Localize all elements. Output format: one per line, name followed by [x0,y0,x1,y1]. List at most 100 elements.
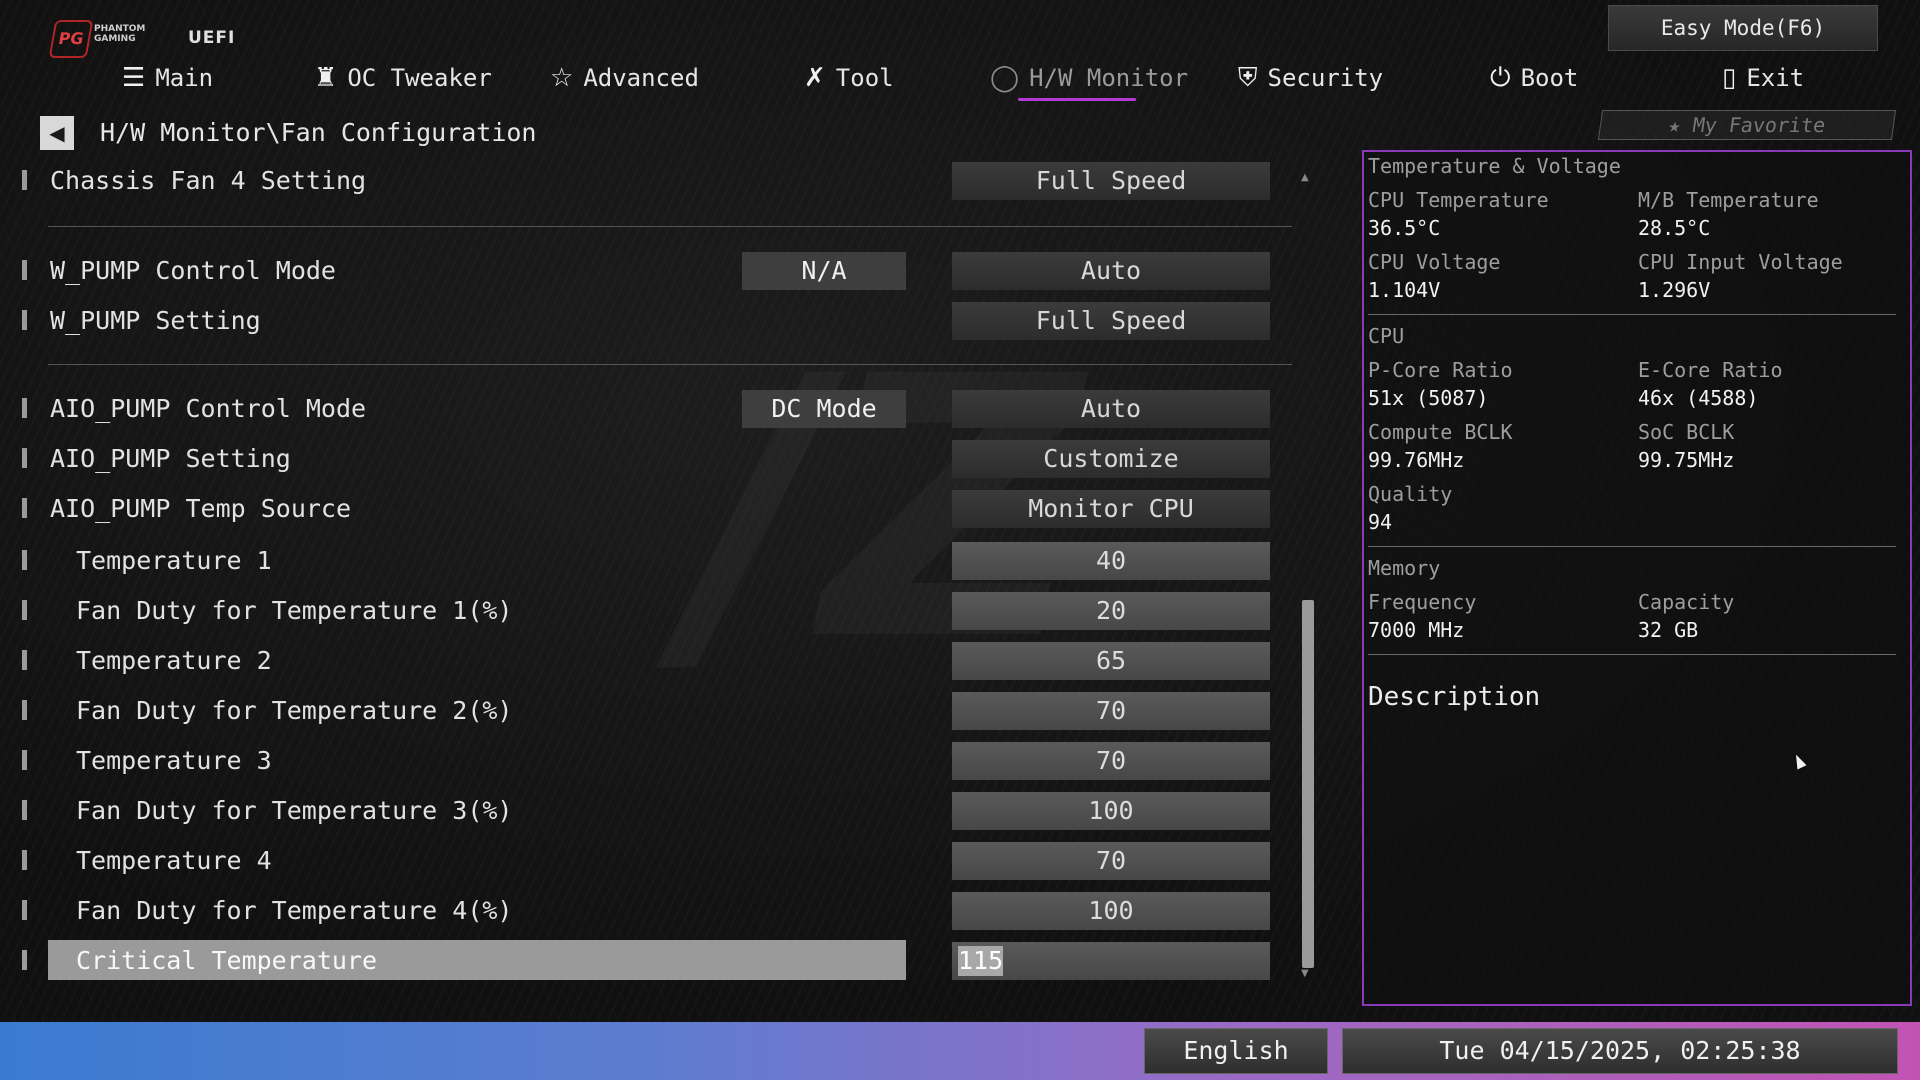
setting-label: AIO_PUMP Temp Source [50,494,352,523]
info-value: 1.296V [1638,278,1711,302]
info-label: Compute BCLK [1368,420,1513,444]
setting-value[interactable]: 40 [952,542,1270,580]
info-label: CPU Input Voltage [1638,250,1843,274]
setting-value[interactable]: 100 [952,792,1270,830]
setting-value[interactable]: 65 [952,642,1270,680]
setting-row[interactable]: AIO_PUMP Control Mode DC Mode Auto [0,390,1290,430]
tab-oc-tweaker[interactable]: ♜ OC Tweaker [314,56,492,100]
info-label: E-Core Ratio [1638,358,1783,382]
divider [1368,654,1896,655]
row-marker [22,600,27,620]
tab-exit[interactable]: ▯ Exit [1722,56,1804,100]
tab-tool[interactable]: ✗ Tool [804,56,894,100]
star-icon: ★ [1667,113,1683,137]
scroll-up-icon[interactable]: ▲ [1301,172,1309,183]
setting-row[interactable]: Temperature 1 40 [0,542,1290,582]
setting-value[interactable]: 70 [952,692,1270,730]
date-time-display[interactable]: Tue 04/15/2025, 02:25:38 [1342,1028,1898,1074]
setting-value[interactable]: Auto [952,252,1270,290]
tab-advanced[interactable]: ☆ Advanced [550,56,699,100]
mode-indicator: DC Mode [742,390,906,428]
setting-label: Temperature 3 [76,746,272,775]
tab-label: Tool [835,64,894,92]
setting-row[interactable]: AIO_PUMP Setting Customize [0,440,1290,480]
gauge-icon: ◯ [990,63,1020,93]
exit-icon: ▯ [1722,63,1737,93]
list-icon: ☰ [122,63,146,93]
setting-row[interactable]: W_PUMP Control Mode N/A Auto [0,252,1290,292]
info-value: 46x (4588) [1638,386,1759,410]
info-value: 94 [1368,510,1393,534]
info-value: 7000 MHz [1368,618,1465,642]
setting-row[interactable]: Chassis Fan 4 Setting Full Speed [0,162,1290,202]
setting-value[interactable]: 70 [952,742,1270,780]
info-value: 36.5°C [1368,216,1441,240]
setting-label: Fan Duty for Temperature 4(%) [76,896,513,925]
setting-label: AIO_PUMP Setting [50,444,291,473]
setting-value[interactable]: Monitor CPU [952,490,1270,528]
tab-main[interactable]: ☰ Main [122,56,213,100]
hardware-info-panel: Temperature & Voltage CPU Temperature 36… [1362,150,1912,1006]
tab-label: Main [155,64,214,92]
star-icon: ☆ [550,63,574,93]
active-tab-indicator [1018,98,1136,101]
row-marker [22,750,27,770]
my-favorite-label: My Favorite [1691,113,1827,137]
setting-value[interactable]: Full Speed [952,162,1270,200]
tab-hw-monitor[interactable]: ◯ H/W Monitor [990,56,1188,100]
setting-label: Fan Duty for Temperature 2(%) [76,696,513,725]
brand-logo: PG PHANTOM GAMING UEFI [48,20,312,58]
setting-value[interactable]: Auto [952,390,1270,428]
tab-boot[interactable]: ⏻ Boot [1490,56,1578,100]
setting-row[interactable]: Temperature 3 70 [0,742,1290,782]
phantom-gaming-logo-icon: PG [48,20,94,58]
tab-label: H/W Monitor [1029,64,1189,92]
section-title: CPU [1368,324,1405,348]
tab-label: Security [1267,64,1384,92]
setting-label: Fan Duty for Temperature 3(%) [76,796,513,825]
info-value: 99.75MHz [1638,448,1735,472]
easy-mode-button[interactable]: Easy Mode(F6) [1608,5,1878,51]
row-marker [22,850,27,870]
scroll-down-icon[interactable]: ▼ [1301,968,1309,979]
divider [1368,546,1896,547]
setting-label: Critical Temperature [76,946,378,975]
divider [48,226,1292,227]
setting-label: Fan Duty for Temperature 1(%) [76,596,513,625]
setting-label: Temperature 1 [76,546,272,575]
setting-value[interactable]: 100 [952,892,1270,930]
setting-row-selected[interactable]: Critical Temperature 115 [0,940,1290,982]
language-button[interactable]: English [1144,1028,1328,1074]
row-marker [22,700,27,720]
critical-temperature-input[interactable]: 115 [952,942,1270,980]
row-marker [22,550,27,570]
tab-label: Exit [1746,64,1805,92]
tab-label: Boot [1520,64,1579,92]
description-title: Description [1368,682,1541,712]
my-favorite-button[interactable]: ★ My Favorite [1597,110,1897,140]
setting-row[interactable]: Fan Duty for Temperature 3(%) 100 [0,792,1290,832]
setting-row[interactable]: Fan Duty for Temperature 4(%) 100 [0,892,1290,932]
row-marker [22,310,27,330]
setting-row[interactable]: AIO_PUMP Temp Source Monitor CPU [0,490,1290,530]
setting-row[interactable]: Temperature 4 70 [0,842,1290,882]
setting-row[interactable]: W_PUMP Setting Full Speed [0,302,1290,342]
setting-row[interactable]: Fan Duty for Temperature 2(%) 70 [0,692,1290,732]
setting-value[interactable]: 70 [952,842,1270,880]
setting-value[interactable]: 20 [952,592,1270,630]
setting-value[interactable]: Full Speed [952,302,1270,340]
rocket-icon: ♜ [314,63,338,93]
setting-row[interactable]: Temperature 2 65 [0,642,1290,682]
main-nav: ☰ Main ♜ OC Tweaker ☆ Advanced ✗ Tool ◯ … [0,56,1920,104]
scrollbar-thumb[interactable] [1302,600,1314,968]
section-title: Temperature & Voltage [1368,154,1621,178]
mode-indicator: N/A [742,252,906,290]
tab-security[interactable]: ⛨ Security [1238,56,1383,100]
back-button[interactable]: ◀ [40,116,74,150]
row-marker [22,170,27,190]
input-text: 115 [958,946,1004,976]
info-value: 28.5°C [1638,216,1711,240]
setting-value[interactable]: Customize [952,440,1270,478]
info-label: Frequency [1368,590,1477,614]
setting-row[interactable]: Fan Duty for Temperature 1(%) 20 [0,592,1290,632]
